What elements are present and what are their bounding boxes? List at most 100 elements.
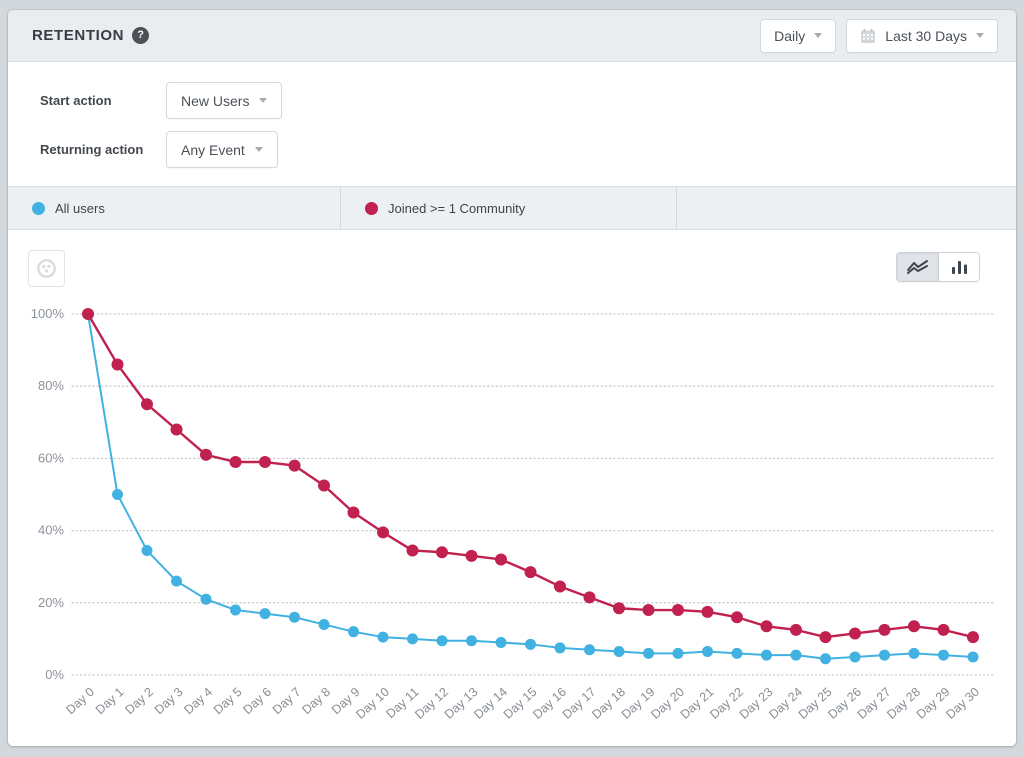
chevron-down-icon xyxy=(255,147,263,152)
data-point[interactable] xyxy=(112,359,124,371)
data-point[interactable] xyxy=(112,489,123,500)
data-point[interactable] xyxy=(348,507,360,519)
data-point[interactable] xyxy=(879,650,890,661)
data-point[interactable] xyxy=(643,604,655,616)
chevron-down-icon xyxy=(814,33,822,38)
data-point[interactable] xyxy=(525,566,537,578)
data-point[interactable] xyxy=(643,648,654,659)
data-point[interactable] xyxy=(437,635,448,646)
data-point[interactable] xyxy=(761,650,772,661)
data-point[interactable] xyxy=(761,620,773,632)
x-axis-tick-label: Day 7 xyxy=(270,685,304,717)
data-point[interactable] xyxy=(879,624,891,636)
data-point[interactable] xyxy=(909,648,920,659)
series-line-0 xyxy=(88,314,973,659)
retention-line-chart[interactable]: 0%20%40%60%80%100%Day 0Day 1Day 2Day 3Da… xyxy=(8,230,1016,746)
data-point[interactable] xyxy=(141,398,153,410)
data-point[interactable] xyxy=(554,581,566,593)
data-point[interactable] xyxy=(672,604,684,616)
data-point[interactable] xyxy=(968,651,979,662)
data-point[interactable] xyxy=(702,606,714,618)
legend-item-joined-community[interactable]: Joined >= 1 Community xyxy=(341,187,677,229)
line-chart-icon xyxy=(906,259,929,275)
report-header: RETENTION ? Daily Last 30 Days xyxy=(8,10,1016,62)
data-point[interactable] xyxy=(555,642,566,653)
data-point[interactable] xyxy=(613,602,625,614)
data-point[interactable] xyxy=(466,635,477,646)
date-range-value: Last 30 Days xyxy=(885,28,967,44)
data-point[interactable] xyxy=(584,591,596,603)
start-action-value: New Users xyxy=(181,93,249,109)
page-title: RETENTION xyxy=(32,27,124,44)
data-point[interactable] xyxy=(260,608,271,619)
granularity-dropdown[interactable]: Daily xyxy=(760,19,836,53)
data-point[interactable] xyxy=(525,639,536,650)
data-point[interactable] xyxy=(732,648,743,659)
date-range-dropdown[interactable]: Last 30 Days xyxy=(846,19,998,53)
x-axis-tick-label: Day 2 xyxy=(122,685,156,717)
data-point[interactable] xyxy=(938,650,949,661)
legend-label: Joined >= 1 Community xyxy=(388,201,525,216)
data-point[interactable] xyxy=(289,460,301,472)
x-axis-tick-label: Day 0 xyxy=(63,685,97,717)
data-point[interactable] xyxy=(584,644,595,655)
start-action-label: Start action xyxy=(40,93,166,108)
data-point[interactable] xyxy=(230,456,242,468)
data-point[interactable] xyxy=(938,624,950,636)
x-axis-tick-label: Day 3 xyxy=(152,685,186,717)
chart-panel: 0%20%40%60%80%100%Day 0Day 1Day 2Day 3Da… xyxy=(8,230,1016,746)
y-axis-tick-label: 20% xyxy=(38,595,64,610)
x-axis-tick-label: Day 30 xyxy=(943,685,982,722)
data-point[interactable] xyxy=(908,620,920,632)
data-point[interactable] xyxy=(378,632,389,643)
data-point[interactable] xyxy=(142,545,153,556)
data-point[interactable] xyxy=(407,544,419,556)
data-point[interactable] xyxy=(289,612,300,623)
x-axis-tick-label: Day 1 xyxy=(93,685,127,717)
data-point[interactable] xyxy=(230,605,241,616)
legend-item-all-users[interactable]: All users xyxy=(8,187,341,229)
start-action-dropdown[interactable]: New Users xyxy=(166,82,282,119)
data-point[interactable] xyxy=(82,308,94,320)
y-axis-tick-label: 80% xyxy=(38,378,64,393)
calendar-icon xyxy=(860,28,876,44)
data-point[interactable] xyxy=(171,424,183,436)
data-point[interactable] xyxy=(820,631,832,643)
data-point[interactable] xyxy=(614,646,625,657)
data-point[interactable] xyxy=(171,576,182,587)
data-point[interactable] xyxy=(967,631,979,643)
data-point[interactable] xyxy=(850,651,861,662)
data-point[interactable] xyxy=(259,456,271,468)
data-point[interactable] xyxy=(466,550,478,562)
data-point[interactable] xyxy=(702,646,713,657)
y-axis-tick-label: 60% xyxy=(38,450,64,465)
help-icon[interactable]: ? xyxy=(132,27,149,44)
data-point[interactable] xyxy=(377,526,389,538)
retention-report-card: RETENTION ? Daily Last 30 Days xyxy=(8,10,1016,746)
returning-action-dropdown[interactable]: Any Event xyxy=(166,131,278,168)
y-axis-tick-label: 40% xyxy=(38,523,64,538)
data-point[interactable] xyxy=(791,650,802,661)
line-chart-toggle-button[interactable] xyxy=(897,253,938,281)
annotations-button[interactable] xyxy=(28,250,65,287)
data-point[interactable] xyxy=(201,594,212,605)
legend-empty-cell xyxy=(677,187,1016,229)
data-point[interactable] xyxy=(495,553,507,565)
data-point[interactable] xyxy=(790,624,802,636)
data-point[interactable] xyxy=(348,626,359,637)
data-point[interactable] xyxy=(436,546,448,558)
x-axis-tick-label: Day 10 xyxy=(353,685,392,722)
data-point[interactable] xyxy=(731,611,743,623)
data-point[interactable] xyxy=(820,653,831,664)
data-point[interactable] xyxy=(200,449,212,461)
returning-action-row: Returning action Any Event xyxy=(40,131,1016,168)
series-color-dot xyxy=(365,202,378,215)
data-point[interactable] xyxy=(407,633,418,644)
start-action-row: Start action New Users xyxy=(40,82,1016,119)
data-point[interactable] xyxy=(319,619,330,630)
data-point[interactable] xyxy=(849,627,861,639)
data-point[interactable] xyxy=(318,479,330,491)
data-point[interactable] xyxy=(673,648,684,659)
data-point[interactable] xyxy=(496,637,507,648)
bar-chart-toggle-button[interactable] xyxy=(938,253,979,281)
